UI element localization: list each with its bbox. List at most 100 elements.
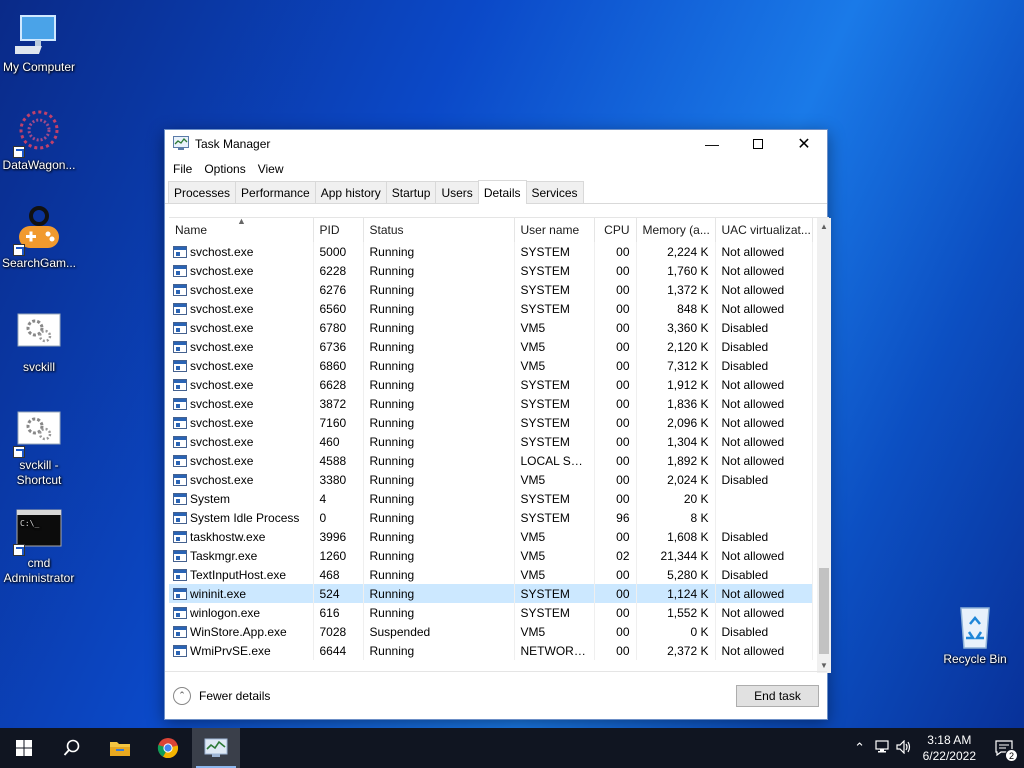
table-row[interactable]: TextInputHost.exe 468 Running VM5 00 5,280 KD…	[169, 565, 813, 584]
table-row[interactable]: WmiPrvSE.exe 6644 Running NETWORK... 00 2,372…	[169, 641, 813, 660]
tab-performance[interactable]: Performance	[235, 181, 315, 203]
clock-time: 3:18 AM	[927, 733, 972, 747]
cell-status: Running	[363, 337, 515, 356]
cell-pid: 4588	[313, 451, 364, 470]
tab-startup[interactable]: Startup	[385, 181, 436, 203]
table-row[interactable]: wininit.exe 524 Running SYSTEM 00 1,124 K Not …	[169, 584, 813, 603]
desktop-icon-svckill-shortcut[interactable]: svckill - Shortcut	[0, 408, 79, 488]
cell-status: Running	[363, 546, 515, 565]
table-row[interactable]: svchost.exe 6228 Running SYSTEM 00 1,760 K Not…	[169, 261, 813, 280]
clock[interactable]: 3:18 AM 6/22/2022	[915, 732, 984, 764]
cell-cpu: 00	[594, 280, 637, 299]
desktop-icon-searchgame[interactable]: SearchGam...	[0, 206, 79, 271]
chrome-button[interactable]	[144, 728, 192, 768]
search-button[interactable]	[48, 728, 96, 768]
chevron-up-icon[interactable]: ⌃	[173, 686, 191, 705]
table-row[interactable]: WinStore.App.exe 7028 Suspended VM5 00 0 K Dis…	[169, 622, 813, 641]
cell-uac: Not allowed	[715, 546, 813, 565]
task-manager-window[interactable]: Task Manager — ✕ File Options View Proce…	[164, 129, 831, 720]
table-row[interactable]: taskhostw.exe 3996 Running VM5 00 1,608 K Disa…	[169, 527, 813, 546]
column-header-user-name[interactable]: User name	[514, 218, 595, 242]
menu-view[interactable]: View	[252, 162, 290, 176]
cell-memory: 1,760 K	[636, 261, 716, 280]
table-row[interactable]: svchost.exe 6276 Running SYSTEM 00 1,372 K Not…	[169, 280, 813, 299]
end-task-button[interactable]: End task	[736, 684, 819, 707]
close-button[interactable]: ✕	[781, 130, 827, 158]
column-header-cpu[interactable]: CPU	[594, 218, 637, 242]
cell-status: Running	[363, 603, 515, 622]
tab-users[interactable]: Users	[435, 181, 478, 203]
clock-date: 6/22/2022	[922, 749, 976, 763]
table-row[interactable]: Taskmgr.exe 1260 Running VM5 02 21,344 K Not a…	[169, 546, 813, 565]
show-hidden-icons-chevron-up-icon[interactable]: ⌃	[849, 740, 871, 756]
menu-file[interactable]: File	[167, 162, 198, 176]
column-header-memory[interactable]: Memory (a...	[636, 218, 716, 242]
menu-options[interactable]: Options	[198, 162, 251, 176]
table-row[interactable]: System Idle Process 0 Running SYSTEM 96 8 K	[169, 508, 813, 527]
maximize-button[interactable]	[735, 130, 781, 158]
desktop-icon-label: svckill - Shortcut	[16, 458, 62, 487]
tab-services[interactable]: Services	[526, 181, 584, 203]
cell-pid: 4	[313, 489, 364, 508]
desktop-icon-datawagon[interactable]: DataWagon...	[0, 108, 79, 173]
cell-user-name: SYSTEM	[514, 432, 595, 451]
table-row[interactable]: svchost.exe 6780 Running VM5 00 3,360 K Disabl…	[169, 318, 813, 337]
task-manager-taskbar-button[interactable]	[192, 728, 240, 768]
title-bar[interactable]: Task Manager — ✕	[165, 130, 827, 158]
desktop-icon-my-computer[interactable]: My Computer	[0, 10, 79, 75]
table-row[interactable]: svchost.exe 6860 Running VM5 00 7,312 K Disabl…	[169, 356, 813, 375]
tab-app-history[interactable]: App history	[314, 181, 386, 203]
file-explorer-icon	[110, 742, 130, 756]
details-grid[interactable]: ▲ Name PID Status User name CPU Memory (a…	[169, 217, 831, 673]
column-header-pid[interactable]: PID	[313, 218, 364, 242]
desktop-icon-label: SearchGam...	[1, 256, 77, 270]
cell-memory: 1,608 K	[636, 527, 716, 546]
table-row[interactable]: svchost.exe 3380 Running VM5 00 2,024 K Disabl…	[169, 470, 813, 489]
start-button[interactable]	[0, 728, 48, 768]
table-row[interactable]: svchost.exe 7160 Running SYSTEM 00 2,096 K Not…	[169, 413, 813, 432]
minimize-button[interactable]: —	[689, 130, 735, 158]
file-explorer-button[interactable]	[96, 728, 144, 768]
cell-memory: 2,224 K	[636, 242, 716, 261]
table-row[interactable]: svchost.exe 6560 Running SYSTEM 00 848 K Not a…	[169, 299, 813, 318]
process-table: ▲ Name PID Status User name CPU Memory (a…	[169, 218, 813, 660]
cell-pid: 6644	[313, 641, 364, 660]
process-icon	[173, 625, 187, 638]
desktop-icon-svckill[interactable]: svckill	[0, 310, 79, 375]
cell-memory: 1,552 K	[636, 603, 716, 622]
tab-details[interactable]: Details	[477, 180, 527, 204]
table-row[interactable]: svchost.exe 3872 Running SYSTEM 00 1,836 K Not…	[169, 394, 813, 413]
desktop-icon-recycle-bin[interactable]: Recycle Bin	[935, 602, 1015, 667]
table-row[interactable]: System 4 Running SYSTEM 00 20 K	[169, 489, 813, 508]
network-icon[interactable]	[871, 739, 893, 757]
cell-cpu: 00	[594, 261, 637, 280]
cell-uac: Disabled	[715, 470, 813, 489]
cell-pid: 3872	[313, 394, 364, 413]
vertical-scrollbar[interactable]: ▲ ▼	[817, 218, 831, 673]
volume-icon[interactable]	[893, 739, 915, 757]
table-row[interactable]: svchost.exe 4588 Running LOCAL SE... 00 1,892…	[169, 451, 813, 470]
cell-memory: 2,372 K	[636, 641, 716, 660]
scroll-up-arrow-icon[interactable]: ▲	[817, 218, 831, 234]
action-center-button[interactable]: 2	[984, 728, 1024, 768]
fewer-details-link[interactable]: Fewer details	[199, 689, 270, 703]
process-icon	[173, 435, 187, 448]
tab-processes[interactable]: Processes	[168, 181, 236, 203]
cell-uac: Not allowed	[715, 242, 813, 261]
table-row[interactable]: svchost.exe 460 Running SYSTEM 00 1,304 K Not …	[169, 432, 813, 451]
desktop-icon-cmd[interactable]: C:\_ cmd Administrator	[0, 506, 79, 586]
cell-status: Running	[363, 508, 515, 527]
table-row[interactable]: winlogon.exe 616 Running SYSTEM 00 1,552 K Not…	[169, 603, 813, 622]
table-row[interactable]: svchost.exe 5000 Running SYSTEM 00 2,224 K Not…	[169, 242, 813, 261]
window-title: Task Manager	[195, 137, 271, 151]
cell-cpu: 96	[594, 508, 637, 527]
process-icon	[173, 321, 187, 334]
table-row[interactable]: svchost.exe 6628 Running SYSTEM 00 1,912 K Not…	[169, 375, 813, 394]
table-row[interactable]: svchost.exe 6736 Running VM5 00 2,120 K Disabl…	[169, 337, 813, 356]
column-header-status[interactable]: Status	[363, 218, 515, 242]
column-header-uac[interactable]: UAC virtualizat...	[715, 218, 813, 242]
column-header-name[interactable]: ▲ Name	[169, 218, 314, 242]
scrollbar-thumb[interactable]	[819, 568, 829, 654]
cell-pid: 7028	[313, 622, 364, 641]
cell-status: Running	[363, 356, 515, 375]
